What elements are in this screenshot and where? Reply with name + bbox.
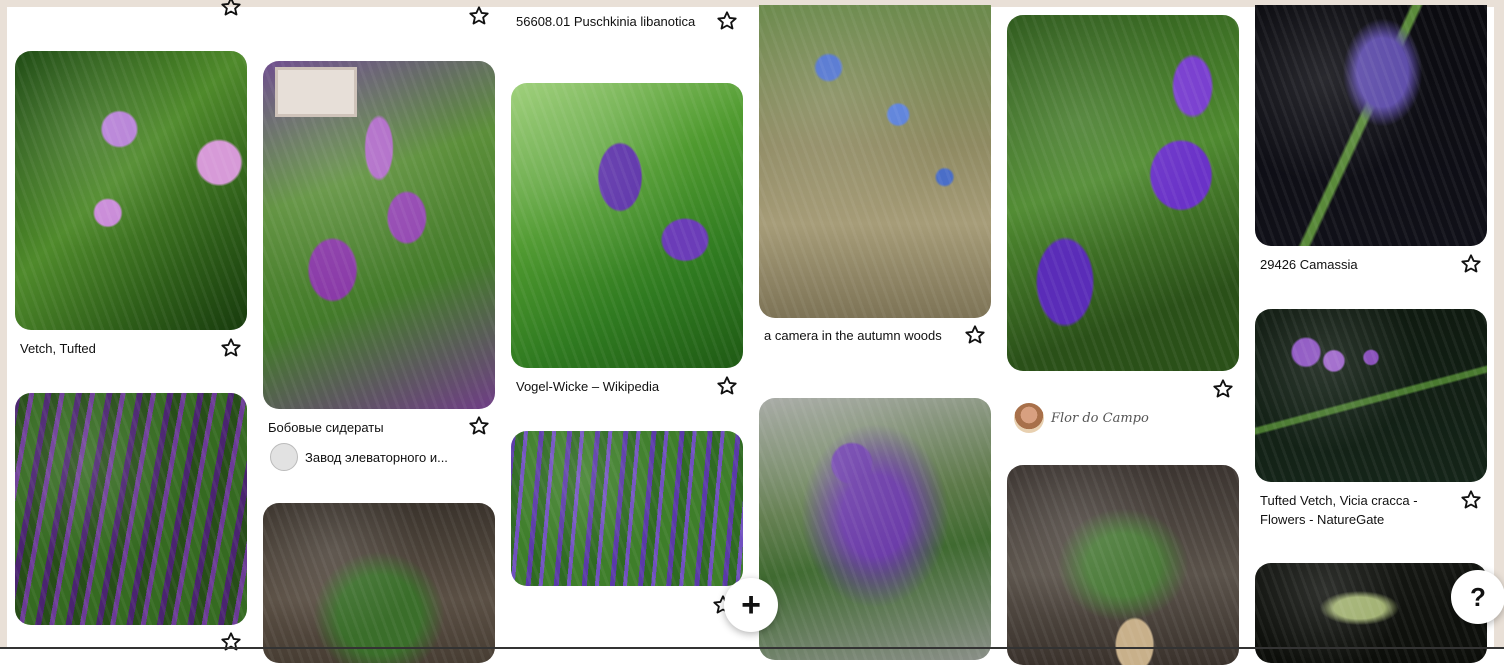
- pin-image[interactable]: [1255, 309, 1487, 482]
- pin-title[interactable]: Vogel-Wicke – Wikipedia: [516, 377, 706, 396]
- save-star-icon[interactable]: [468, 5, 490, 27]
- pin-title[interactable]: 56608.01 Puschkinia libanotica: [516, 12, 706, 31]
- pin-image[interactable]: [511, 83, 743, 368]
- save-star-icon[interactable]: [716, 375, 738, 397]
- save-star-icon[interactable]: [1460, 489, 1482, 511]
- pin-image[interactable]: [15, 51, 247, 330]
- question-icon: ?: [1470, 581, 1486, 612]
- pin-image[interactable]: [759, 5, 991, 318]
- pin-image[interactable]: [1255, 5, 1487, 246]
- add-button[interactable]: +: [724, 578, 778, 632]
- owner-name: Flor do Campo: [1051, 410, 1149, 426]
- pin-title[interactable]: 29426 Camassia: [1260, 255, 1450, 274]
- pin-image[interactable]: [263, 503, 495, 663]
- save-star-icon[interactable]: [220, 0, 242, 18]
- owner-name: Завод элеваторного и...: [305, 449, 448, 465]
- pin-image[interactable]: [759, 398, 991, 660]
- save-star-icon[interactable]: [468, 415, 490, 437]
- pin-owner[interactable]: Завод элеваторного и...: [270, 443, 448, 471]
- window-right-border: [1494, 0, 1504, 649]
- pin-image[interactable]: [1007, 15, 1239, 371]
- image-overlay-badge: [275, 67, 357, 117]
- save-star-icon[interactable]: [716, 10, 738, 32]
- pin-title[interactable]: Бобовые сидераты: [268, 418, 458, 437]
- save-star-icon[interactable]: [220, 337, 242, 359]
- owner-avatar: [1014, 403, 1044, 433]
- pin-image[interactable]: [15, 393, 247, 625]
- save-star-icon[interactable]: [1212, 378, 1234, 400]
- owner-avatar: [270, 443, 298, 471]
- pin-image[interactable]: [1007, 465, 1239, 665]
- pin-title[interactable]: a camera in the autumn woods: [764, 326, 954, 345]
- pin-owner[interactable]: Flor do Campo: [1014, 403, 1149, 433]
- save-star-icon[interactable]: [964, 324, 986, 346]
- plus-icon: +: [741, 585, 761, 624]
- help-button[interactable]: ?: [1451, 570, 1504, 624]
- window-left-border: [0, 0, 7, 649]
- save-star-icon[interactable]: [1460, 253, 1482, 275]
- pin-image[interactable]: [511, 431, 743, 586]
- pin-title[interactable]: Tufted Vetch, Vicia cracca - Flowers - N…: [1260, 491, 1450, 529]
- pin-title[interactable]: Vetch, Tufted: [20, 339, 210, 358]
- save-star-icon[interactable]: [220, 631, 242, 653]
